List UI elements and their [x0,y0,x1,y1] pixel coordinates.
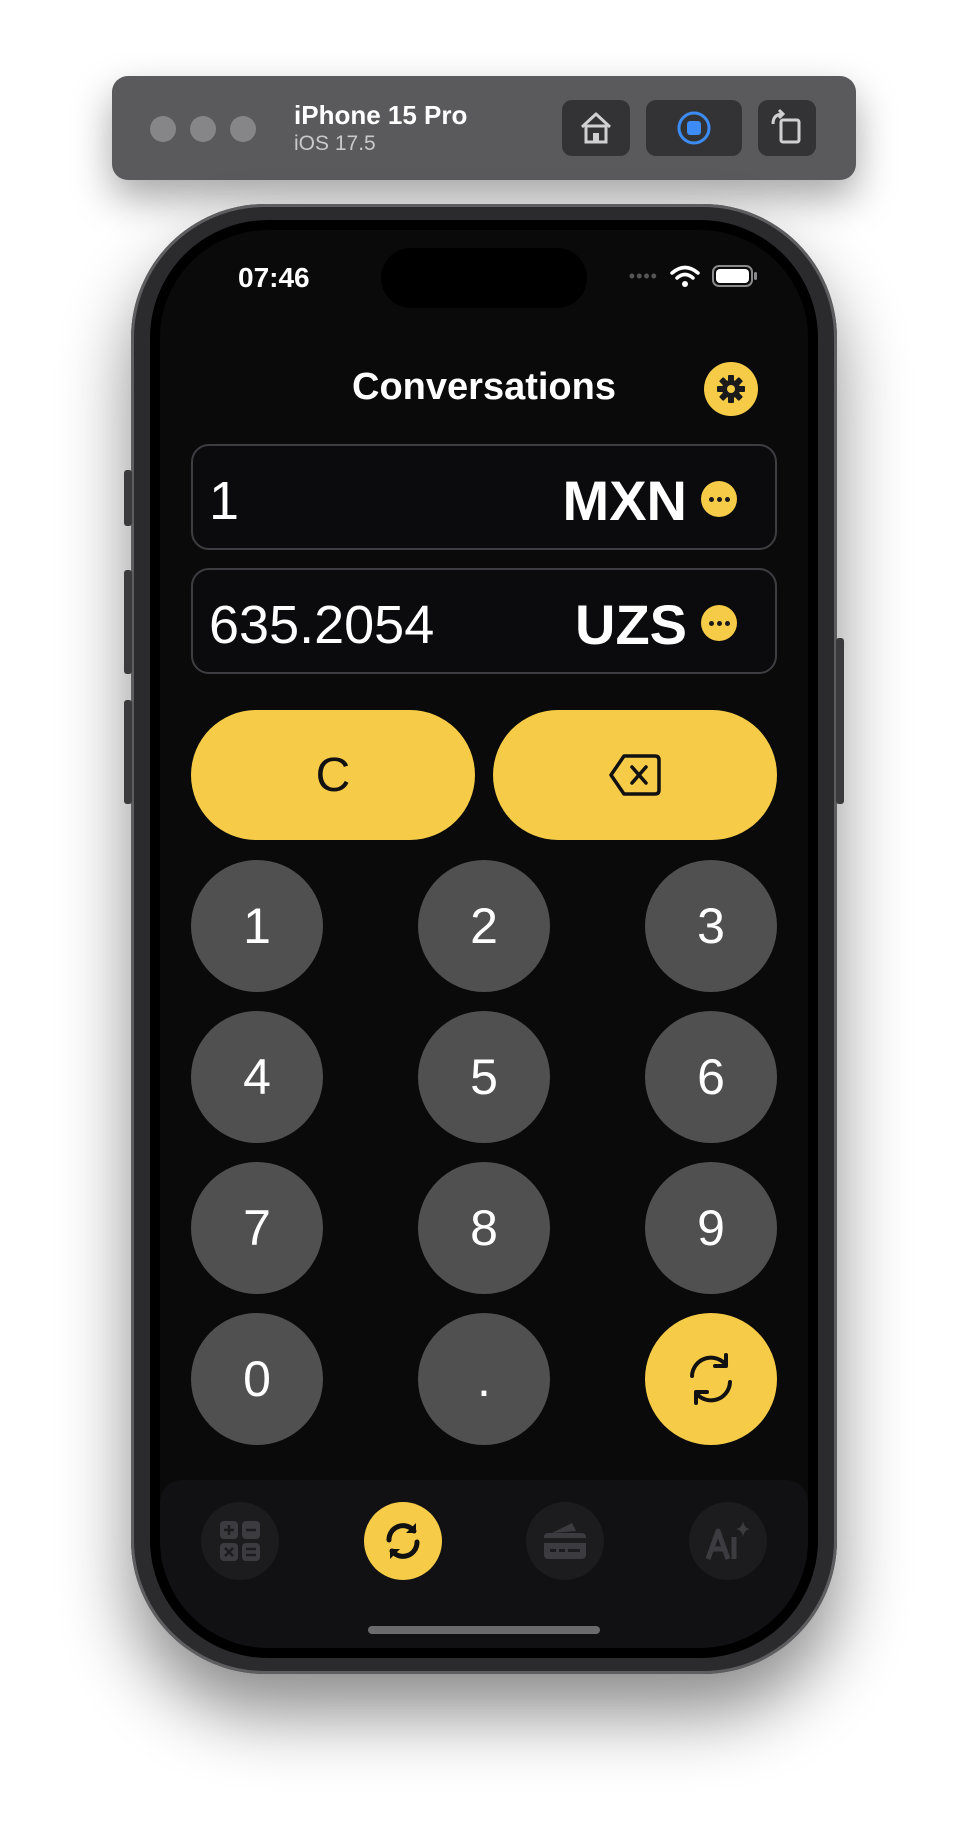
rotate-button[interactable] [758,100,816,156]
volume-up-button [124,570,132,674]
from-currency-field[interactable]: 1 MXN [191,444,777,550]
settings-button[interactable] [704,362,758,416]
key-1[interactable]: 1 [191,860,323,992]
simulator-toolbar: iPhone 15 Pro iOS 17.5 [112,76,856,180]
key-0[interactable]: 0 [191,1313,323,1445]
volume-down-button [124,700,132,804]
battery-icon [712,265,757,287]
from-amount: 1 [209,471,240,531]
from-currency-code[interactable]: MXN [563,468,687,533]
cellular-signal-icon: •••• [628,265,658,286]
rotate-icon [771,108,801,144]
key-decimal[interactable]: . [418,1313,550,1445]
clear-button[interactable]: C [191,710,475,840]
key-2[interactable]: 2 [418,860,550,992]
status-time: 07:46 [238,262,310,293]
backspace-icon [609,754,661,796]
action-button [124,470,132,526]
backspace-button[interactable] [493,710,777,840]
window-minimize-dot[interactable] [190,116,216,142]
dynamic-island [381,248,587,308]
card-icon [544,1523,586,1559]
tab-calculator[interactable] [201,1502,279,1580]
home-indicator[interactable] [368,1626,600,1634]
device-name: iPhone 15 Pro [294,100,468,130]
home-icon [580,112,612,144]
to-currency-code[interactable]: UZS [575,592,687,657]
calculator-icon [220,1521,260,1561]
swap-arrows-icon [690,1353,732,1405]
from-currency-more-button[interactable] [701,481,737,517]
os-version: iOS 17.5 [294,132,376,155]
key-6[interactable]: 6 [645,1011,777,1143]
key-3[interactable]: 3 [645,860,777,992]
to-amount: 635.2054 [209,595,435,655]
swap-currencies-button[interactable] [645,1313,777,1445]
clear-label: C [315,748,351,802]
key-4[interactable]: 4 [191,1011,323,1143]
wifi-icon [670,265,700,287]
status-indicators: •••• [629,264,758,288]
key-7[interactable]: 7 [191,1162,323,1294]
key-5[interactable]: 5 [418,1011,550,1143]
tab-cards[interactable] [526,1502,604,1580]
record-button[interactable] [646,100,742,156]
tab-bar [160,1480,808,1648]
to-currency-field[interactable]: 635.2054 UZS [191,568,777,674]
screenshot-record-icon [677,111,711,145]
phone-screen: 07:46 •••• Conversations 1 MXN 635.2054 … [160,230,808,1648]
ai-sparkle-icon [705,1521,750,1560]
tab-ai[interactable] [689,1502,767,1580]
window-zoom-dot[interactable] [230,116,256,142]
convert-icon [386,1523,420,1559]
gear-icon [717,375,745,403]
home-button[interactable] [562,100,630,156]
to-currency-more-button[interactable] [701,605,737,641]
power-button [836,638,844,804]
window-close-dot[interactable] [150,116,176,142]
tab-convert[interactable] [364,1502,442,1580]
key-9[interactable]: 9 [645,1162,777,1294]
key-8[interactable]: 8 [418,1162,550,1294]
